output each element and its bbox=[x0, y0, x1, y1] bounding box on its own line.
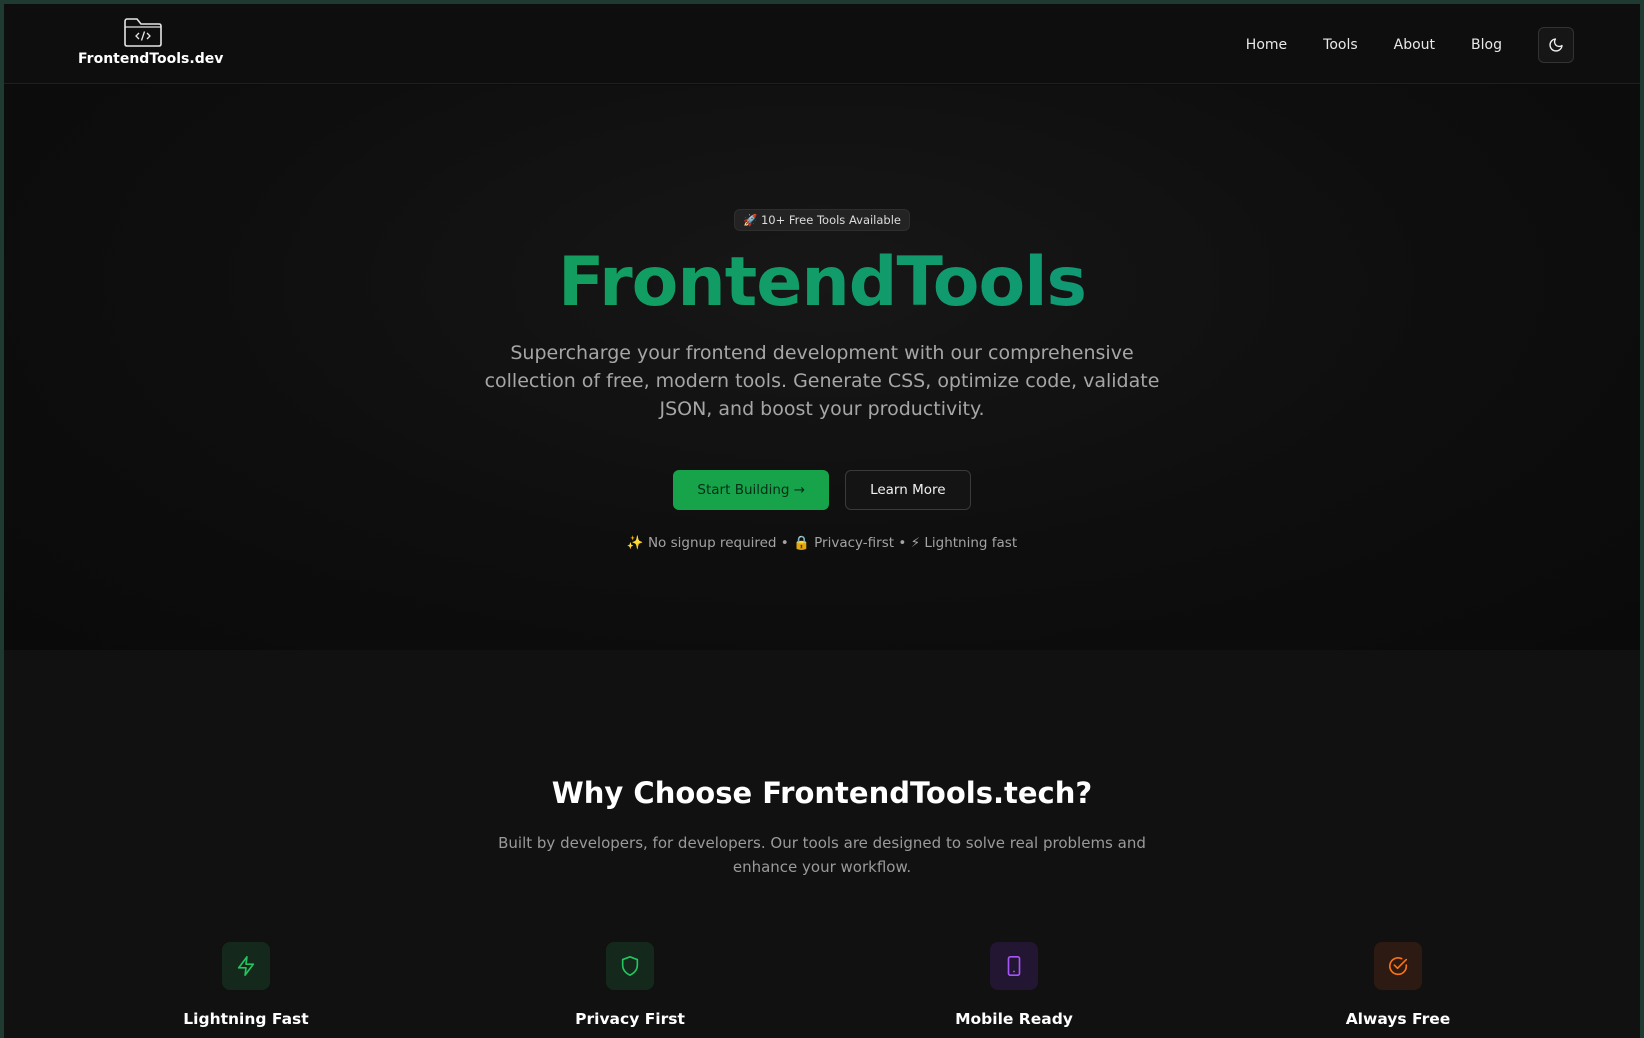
features-description: Built by developers, for developers. Our… bbox=[498, 834, 1146, 876]
feature-icon-container bbox=[990, 942, 1038, 990]
hero-description: Supercharge your frontend development wi… bbox=[484, 342, 1160, 420]
feature-icon-container bbox=[606, 942, 654, 990]
navbar: FrontendTools.dev Home Tools About Blog bbox=[4, 4, 1640, 84]
hero-perks: ✨ No signup required • 🔒 Privacy-first •… bbox=[626, 535, 1018, 551]
logo-link[interactable]: FrontendTools.dev bbox=[78, 16, 224, 76]
feature-card-privacy-first: Privacy First bbox=[510, 942, 750, 1028]
nav-links: Home Tools About Blog bbox=[1246, 27, 1574, 63]
nav-link-blog[interactable]: Blog bbox=[1471, 37, 1502, 53]
check-circle-icon bbox=[1389, 957, 1408, 976]
folder-code-icon bbox=[124, 18, 162, 47]
nav-link-home[interactable]: Home bbox=[1246, 37, 1287, 53]
logo-text: FrontendTools.dev bbox=[78, 51, 224, 67]
lightning-icon bbox=[237, 956, 255, 976]
hero-title: FrontendTools bbox=[4, 243, 1640, 322]
feature-title: Privacy First bbox=[575, 1010, 685, 1028]
feature-title: Always Free bbox=[1345, 1010, 1451, 1028]
start-building-button[interactable]: Start Building → bbox=[673, 470, 830, 510]
nav-link-tools[interactable]: Tools bbox=[1323, 37, 1358, 53]
feature-icon-container bbox=[1374, 942, 1422, 990]
nav-link-about[interactable]: About bbox=[1394, 37, 1435, 53]
learn-more-button[interactable]: Learn More bbox=[845, 470, 971, 510]
feature-card-always-free: Always Free bbox=[1278, 942, 1518, 1028]
feature-card-lightning-fast: Lightning Fast bbox=[126, 942, 366, 1028]
feature-title: Lightning Fast bbox=[183, 1010, 309, 1028]
cta-row: Start Building → Learn More bbox=[4, 470, 1640, 510]
mobile-icon bbox=[1007, 956, 1021, 976]
hero-section: 🚀 10+ Free Tools Available FrontendTools… bbox=[4, 85, 1640, 650]
app-frame: FrontendTools.dev Home Tools About Blog … bbox=[4, 4, 1640, 1038]
feature-card-mobile-ready: Mobile Ready bbox=[894, 942, 1134, 1028]
feature-title: Mobile Ready bbox=[955, 1010, 1073, 1028]
feature-icon-container bbox=[222, 942, 270, 990]
features-title: Why Choose FrontendTools.tech? bbox=[551, 776, 1093, 810]
moon-icon bbox=[1549, 38, 1563, 52]
tools-count-badge: 🚀 10+ Free Tools Available bbox=[734, 209, 910, 231]
shield-icon bbox=[621, 956, 639, 976]
features-section: Why Choose FrontendTools.tech? Built by … bbox=[4, 650, 1640, 1038]
theme-toggle-button[interactable] bbox=[1538, 27, 1574, 63]
